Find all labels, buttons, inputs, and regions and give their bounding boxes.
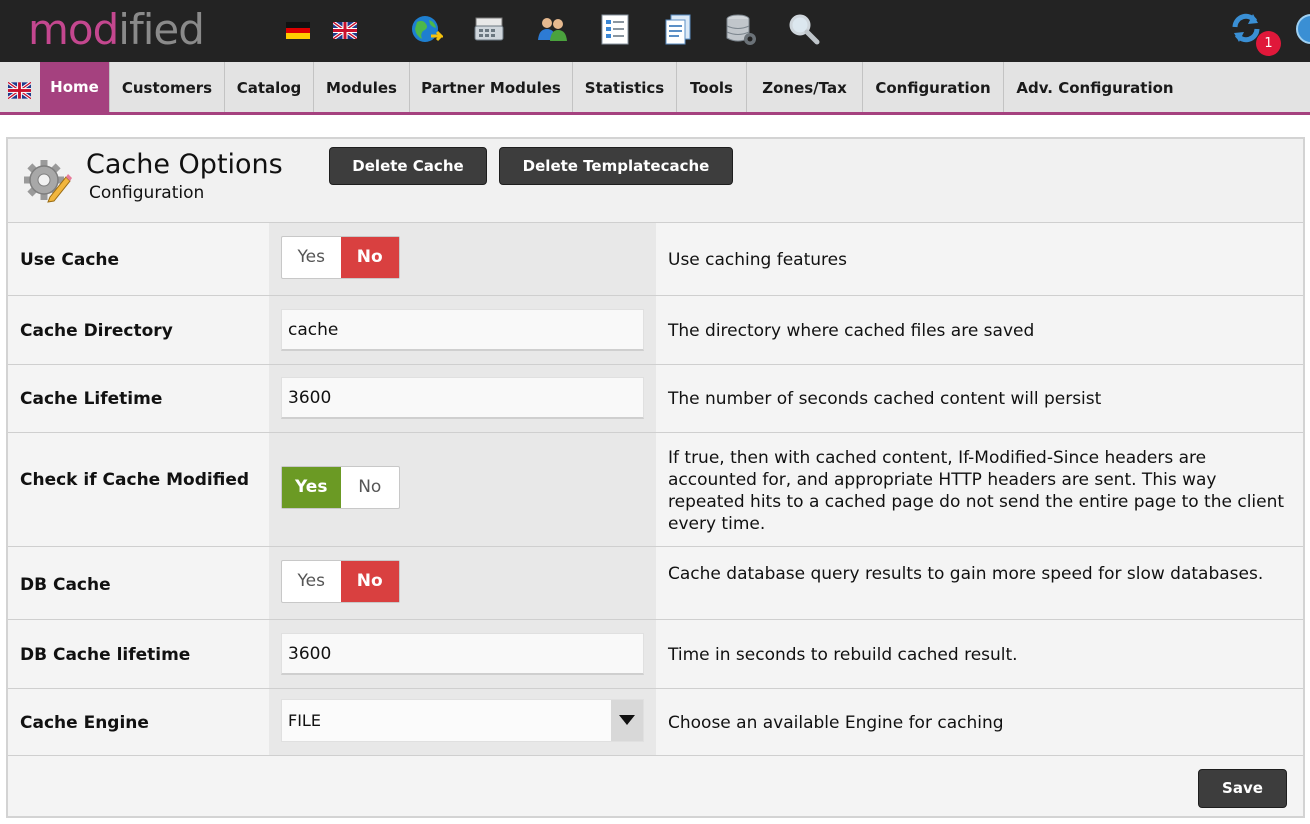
setting-row-db-cache: DB Cache Yes No Cache database query res… — [8, 547, 1303, 620]
list-icon[interactable] — [598, 12, 632, 46]
toggle-no-option[interactable]: No — [341, 467, 400, 508]
german-flag-icon[interactable] — [286, 22, 310, 39]
setting-description: Use caching features — [668, 250, 847, 270]
setting-label: Cache Directory — [20, 321, 173, 341]
setting-label: Use Cache — [20, 250, 120, 270]
page-subtitle: Configuration — [89, 183, 205, 203]
setting-label: DB Cache — [20, 575, 111, 595]
nav-statistics[interactable]: Statistics — [573, 62, 677, 112]
delete-templatecache-button[interactable]: Delete Templatecache — [499, 147, 733, 185]
panel-header: Cache Options Configuration Delete Cache… — [8, 139, 1303, 223]
cash-register-icon[interactable] — [472, 12, 506, 46]
toggle-yes-option[interactable]: Yes — [282, 561, 341, 602]
cache-engine-value: FILE — [288, 711, 321, 730]
nav-customers[interactable]: Customers — [110, 62, 225, 112]
search-icon[interactable] — [787, 12, 821, 46]
setting-label: Cache Lifetime — [20, 389, 163, 409]
main-nav: Home Customers Catalog Modules Partner M… — [0, 62, 1310, 115]
use-cache-toggle[interactable]: Yes No — [281, 236, 400, 279]
nav-catalog[interactable]: Catalog — [225, 62, 314, 112]
setting-description: If true, then with cached content, If-Mo… — [668, 448, 1285, 534]
setting-description: Cache database query results to gain mor… — [668, 564, 1264, 584]
toggle-yes-option[interactable]: Yes — [282, 237, 341, 278]
setting-description: The number of seconds cached content wil… — [668, 389, 1102, 409]
setting-row-cache-directory: Cache Directory cache The directory wher… — [8, 296, 1303, 365]
page-title: Cache Options — [86, 149, 283, 180]
setting-description: Time in seconds to rebuild cached result… — [668, 645, 1018, 665]
notification-badge: 1 — [1256, 31, 1281, 56]
cache-lifetime-input[interactable]: 3600 — [281, 377, 644, 419]
globe-icon[interactable] — [409, 12, 443, 46]
setting-row-check-cache-modified: Check if Cache Modified Yes No If true, … — [8, 433, 1303, 547]
nav-configuration[interactable]: Configuration — [863, 62, 1004, 112]
nav-partner-modules[interactable]: Partner Modules — [410, 62, 573, 112]
nav-adv-configuration[interactable]: Adv. Configuration — [1004, 62, 1186, 112]
setting-row-cache-lifetime: Cache Lifetime 3600 The number of second… — [8, 365, 1303, 433]
nav-tools[interactable]: Tools — [677, 62, 747, 112]
save-button[interactable]: Save — [1198, 769, 1287, 808]
cache-options-panel: Cache Options Configuration Delete Cache… — [6, 137, 1305, 818]
toggle-no-option[interactable]: No — [340, 237, 399, 278]
setting-row-cache-engine: Cache Engine FILE Choose an available En… — [8, 689, 1303, 756]
settings-gear-icon — [24, 160, 72, 203]
sync-notification[interactable]: 1 — [1228, 10, 1281, 56]
db-cache-toggle[interactable]: Yes No — [281, 560, 400, 603]
nav-home[interactable]: Home — [40, 62, 110, 112]
dropdown-arrow[interactable] — [611, 700, 643, 741]
setting-row-use-cache: Use Cache Yes No Use caching features — [8, 223, 1303, 296]
brand-logo[interactable]: modified — [28, 4, 205, 56]
top-header: modified 1 — [0, 0, 1310, 62]
nav-zones-tax[interactable]: Zones/Tax — [747, 62, 863, 112]
setting-label: Cache Engine — [20, 713, 149, 733]
cache-directory-input[interactable]: cache — [281, 309, 644, 351]
english-flag-icon[interactable] — [333, 22, 357, 39]
toggle-no-option[interactable]: No — [340, 561, 399, 602]
setting-description: Choose an available Engine for caching — [668, 713, 1004, 733]
setting-description: The directory where cached files are sav… — [668, 321, 1035, 341]
cache-engine-select[interactable]: FILE — [281, 699, 644, 742]
logo-text-part2: ified — [118, 5, 205, 54]
help-icon[interactable] — [1296, 14, 1310, 44]
setting-label: Check if Cache Modified — [20, 470, 250, 490]
users-icon[interactable] — [535, 12, 569, 46]
panel-footer: Save — [8, 756, 1303, 816]
setting-label: DB Cache lifetime — [20, 645, 191, 665]
chevron-down-icon — [619, 715, 635, 725]
delete-cache-button[interactable]: Delete Cache — [329, 147, 487, 185]
setting-row-db-cache-lifetime: DB Cache lifetime 3600 Time in seconds t… — [8, 620, 1303, 689]
toggle-yes-option[interactable]: Yes — [282, 467, 341, 508]
documents-icon[interactable] — [661, 12, 695, 46]
db-cache-lifetime-input[interactable]: 3600 — [281, 633, 644, 675]
logo-text-part1: mod — [28, 5, 119, 54]
language-flag-icon[interactable] — [8, 82, 31, 99]
nav-modules[interactable]: Modules — [314, 62, 410, 112]
check-cache-modified-toggle[interactable]: Yes No — [281, 466, 400, 509]
database-settings-icon[interactable] — [724, 12, 758, 46]
